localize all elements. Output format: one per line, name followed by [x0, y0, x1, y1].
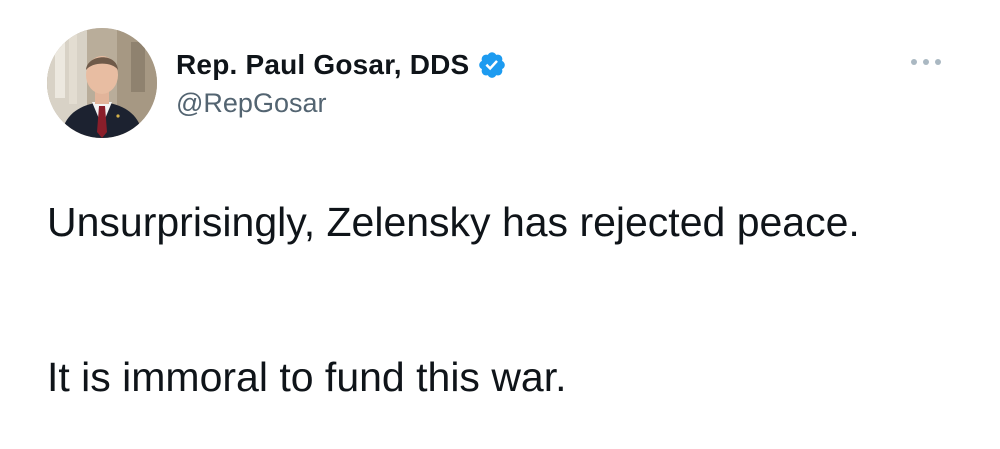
- tweet-text-paragraph: It is immoral to fund this war.: [47, 354, 567, 400]
- verified-badge-icon: [477, 50, 507, 80]
- avatar[interactable]: [47, 28, 157, 138]
- tweet-card: Rep. Paul Gosar, DDS @RepGosar Unsurpris…: [0, 0, 1000, 449]
- avatar-photo: [47, 28, 157, 138]
- author-display-name[interactable]: Rep. Paul Gosar, DDS: [176, 49, 469, 81]
- more-options-icon[interactable]: [904, 50, 948, 74]
- tweet-text-paragraph: Unsurprisingly, Zelensky has rejected pe…: [47, 199, 860, 245]
- author-name-row: Rep. Paul Gosar, DDS: [176, 47, 507, 83]
- author-handle[interactable]: @RepGosar: [176, 88, 326, 119]
